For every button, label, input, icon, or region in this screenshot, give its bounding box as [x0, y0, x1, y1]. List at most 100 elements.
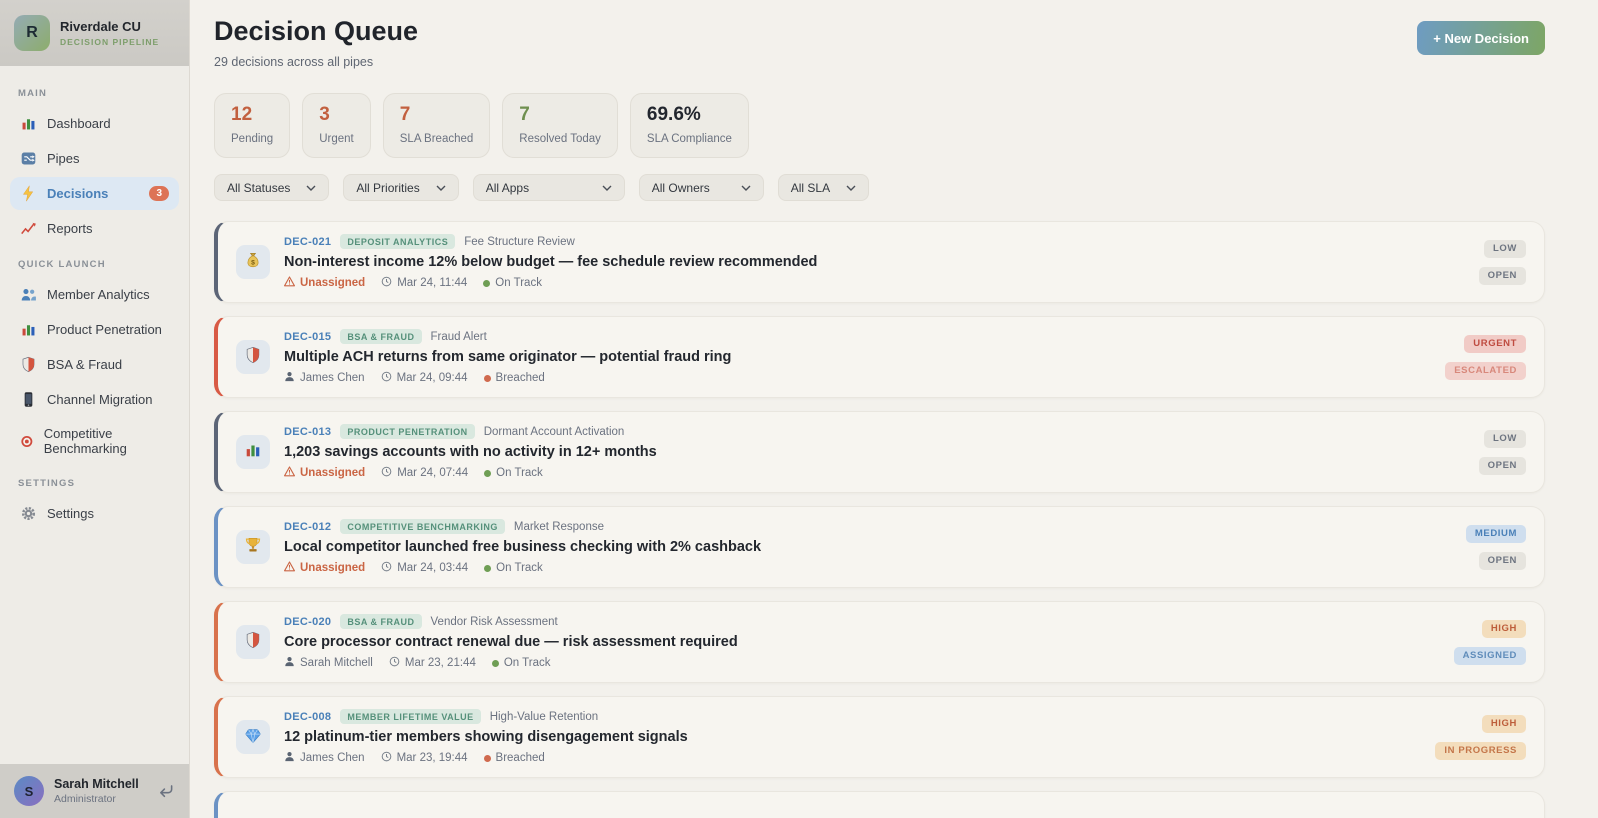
timestamp-segment: Mar 23, 19:44	[381, 751, 468, 765]
status-badge: OPEN	[1478, 456, 1526, 475]
nav-section-label: SETTINGS	[18, 478, 76, 489]
sla-dot	[491, 659, 499, 667]
decision-category: Market Response	[513, 520, 604, 533]
user-footer: S Sarah Mitchell Administrator	[0, 764, 189, 818]
bar-chart-icon	[244, 441, 262, 464]
bar-chart-icon	[20, 321, 37, 338]
sidebar-item-label: Decisions	[47, 186, 109, 201]
sidebar-item-dashboard[interactable]: Dashboard	[10, 107, 179, 140]
app-badge: BSA & FRAUD	[340, 614, 422, 629]
sidebar-item-member-analytics[interactable]: Member Analytics	[10, 278, 179, 311]
owner-segment: Unassigned	[284, 276, 365, 290]
decision-badges: LOW OPEN	[1478, 239, 1526, 285]
stat-value: 12	[231, 104, 253, 125]
clock-icon	[381, 276, 392, 290]
decision-title: Local competitor launched free business …	[284, 539, 762, 555]
decision-category: Fee Structure Review	[464, 235, 575, 248]
org-header: R Riverdale CU DECISION PIPELINE	[0, 0, 189, 66]
sidebar-item-bsa-fraud[interactable]: BSA & Fraud	[10, 348, 179, 381]
decision-card-dec-008[interactable]: DEC-008 MEMBER LIFETIME VALUE High-Value R…	[214, 696, 1545, 778]
sidebar-item-product-penetration[interactable]: Product Penetration	[10, 313, 179, 346]
lightning-icon	[20, 185, 37, 202]
decision-id: DEC-020	[284, 615, 332, 628]
sla-dot	[483, 754, 491, 762]
decision-type-icon-wrap: $	[236, 245, 270, 279]
new-decision-button[interactable]: + New Decision	[1417, 21, 1545, 55]
decision-meta-line: DEC-015 BSA & FRAUD Fraud Alert	[284, 329, 1433, 344]
sla-segment: Breached	[483, 372, 545, 384]
sidebar-item-label: Competitive Benchmarking	[43, 426, 127, 456]
decision-card-dec-015[interactable]: DEC-015 BSA & FRAUD Fraud Alert Multiple AC…	[214, 316, 1545, 398]
priority-badge: URGENT	[1464, 334, 1526, 353]
sla-segment: On Track	[484, 467, 543, 479]
decision-id: DEC-012	[284, 520, 332, 533]
nav-count-badge: 3	[149, 186, 169, 201]
clock-icon	[381, 561, 392, 575]
sla-label: On Track	[496, 562, 543, 574]
filter-all-apps[interactable]: All Apps	[472, 174, 625, 201]
chevron-down-icon	[306, 185, 316, 191]
main-content: Decision Queue 29 decisions across all p…	[190, 0, 1598, 818]
shield-icon	[244, 346, 262, 369]
app-badge: MEMBER LIFETIME VALUE	[340, 709, 481, 724]
stat-label: Urgent	[319, 133, 354, 145]
trophy-icon	[244, 536, 262, 559]
app-root: R Riverdale CU DECISION PIPELINE MAIN Das…	[0, 0, 1598, 818]
decision-badges: MEDIUM OPEN	[1465, 524, 1526, 570]
status-badge: OPEN	[1478, 266, 1526, 285]
sidebar-item-pipes[interactable]: Pipes	[10, 142, 179, 175]
decision-card-dec-020[interactable]: DEC-020 BSA & FRAUD Vendor Risk Assessment…	[214, 601, 1545, 683]
sla-dot	[483, 374, 491, 382]
decision-body: DEC-015 BSA & FRAUD Fraud Alert Multiple AC…	[284, 329, 1433, 385]
decision-meta: Unassigned Mar 24, 11:44 On Track	[284, 276, 1467, 290]
sidebar-item-channel-migration[interactable]: Channel Migration	[10, 383, 179, 416]
decision-meta: Sarah Mitchell Mar 23, 21:44 On Track	[284, 656, 1442, 670]
user-role: Administrator	[54, 793, 116, 805]
decision-id: DEC-013	[284, 425, 332, 438]
timestamp: Mar 23, 19:44	[396, 752, 468, 764]
sidebar-item-reports[interactable]: Reports	[10, 212, 179, 245]
sidebar-item-settings[interactable]: Settings	[10, 497, 179, 530]
sla-segment: On Track	[484, 562, 543, 574]
priority-badge: HIGH	[1481, 619, 1526, 638]
filter-all-sla[interactable]: All SLA	[777, 174, 870, 201]
stat-card-urgent: 3 Urgent	[302, 93, 371, 158]
priority-badge: MEDIUM	[1465, 524, 1526, 543]
sla-label: On Track	[503, 657, 551, 669]
decision-card-dec-013[interactable]: DEC-013 PRODUCT PENETRATION Dormant Accoun…	[214, 411, 1545, 493]
decision-category: High-Value Retention	[489, 710, 599, 723]
decision-body: DEC-012 COMPETITIVE BENCHMARKING Market Re…	[284, 519, 1454, 575]
decision-card-partial[interactable]	[214, 791, 1545, 818]
return-arrow-icon[interactable]	[157, 782, 175, 800]
filter-label: All Priorities	[356, 180, 420, 195]
stats-row: 12 Pending 3 Urgent 7 SLA Breached 7 Resolved T…	[214, 93, 1545, 158]
priority-badge: HIGH	[1481, 714, 1526, 733]
warning-icon	[284, 561, 295, 575]
priority-badge: LOW	[1484, 429, 1526, 448]
filter-all-priorities[interactable]: All Priorities	[343, 174, 459, 201]
decision-type-icon-wrap	[236, 340, 270, 374]
timestamp: Mar 24, 09:44	[396, 372, 468, 384]
decision-type-icon-wrap	[236, 435, 270, 469]
stat-label: Resolved Today	[519, 133, 601, 145]
filter-all-statuses[interactable]: All Statuses	[214, 174, 330, 201]
decision-title: Non-interest income 12% below budget — f…	[284, 254, 818, 270]
filter-all-owners[interactable]: All Owners	[638, 174, 764, 201]
decision-card-dec-021[interactable]: $ DEC-021 DEPOSIT ANALYTICS Fee Structure R…	[214, 221, 1545, 303]
avatar: S	[14, 776, 44, 806]
sidebar-item-label: Dashboard	[47, 116, 111, 131]
decision-title: Core processor contract renewal due — ri…	[284, 634, 738, 650]
shield-icon	[20, 356, 37, 373]
owner-name: Unassigned	[300, 277, 366, 289]
timestamp: Mar 24, 03:44	[397, 562, 469, 574]
phone-icon	[20, 391, 37, 408]
sidebar-item-competitive-benchmarking[interactable]: Competitive Benchmarking	[10, 418, 179, 464]
gem-icon	[244, 726, 262, 749]
decision-body: DEC-013 PRODUCT PENETRATION Dormant Accoun…	[284, 424, 1467, 480]
clock-icon	[381, 371, 392, 385]
decision-title: Multiple ACH returns from same originato…	[284, 349, 732, 365]
decision-card-dec-012[interactable]: DEC-012 COMPETITIVE BENCHMARKING Market Re…	[214, 506, 1545, 588]
target-icon	[20, 433, 34, 450]
sidebar-item-decisions[interactable]: Decisions 3	[10, 177, 179, 210]
page-subtitle: 29 decisions across all pipes	[214, 55, 374, 69]
